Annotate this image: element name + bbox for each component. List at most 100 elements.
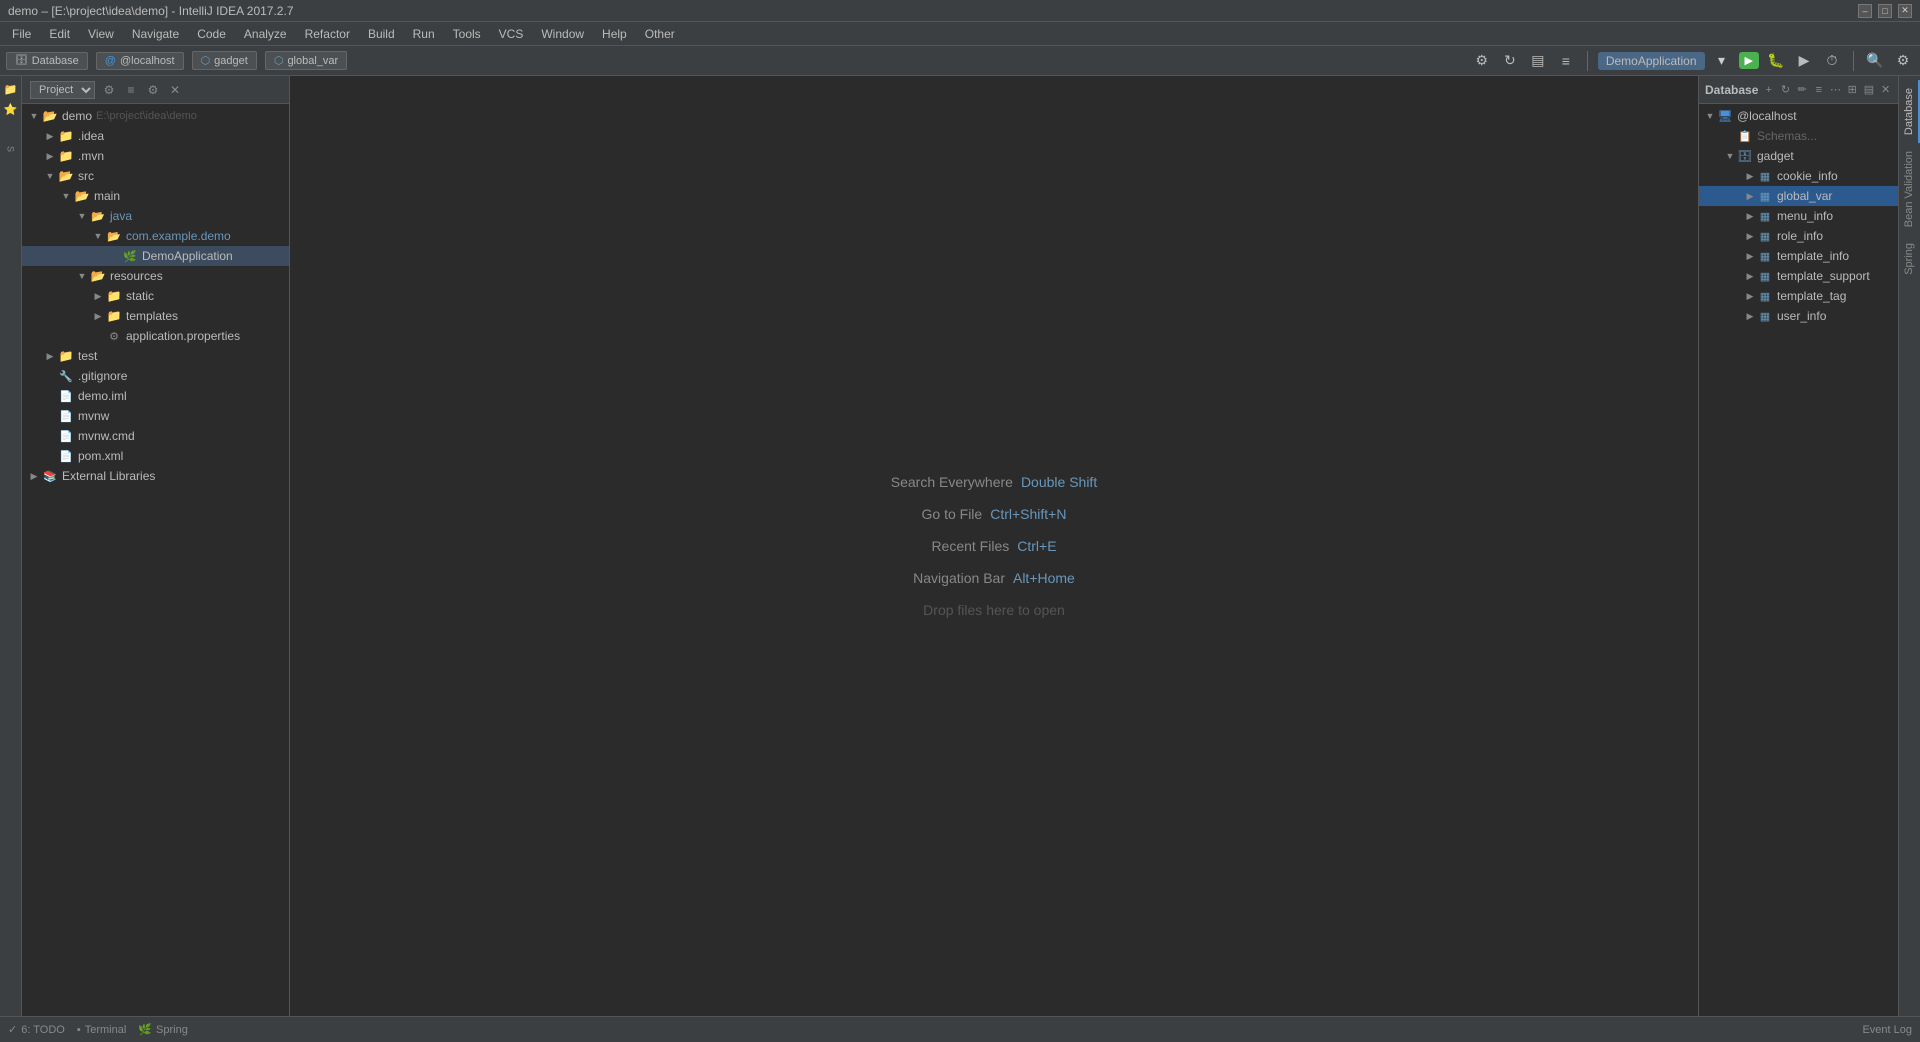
- status-spring[interactable]: 🌿 Spring: [138, 1023, 188, 1036]
- toolbar-tab-gadget[interactable]: ⬡ gadget: [192, 51, 257, 70]
- db-item-template-support[interactable]: ▦ template_support: [1699, 266, 1898, 286]
- panel-gear-icon[interactable]: ⚙: [145, 82, 161, 98]
- search-everywhere-icon[interactable]: 🔍: [1864, 50, 1886, 72]
- tree-item-com-example-demo[interactable]: 📂 com.example.demo: [22, 226, 289, 246]
- db-refresh-icon[interactable]: ↻: [1779, 82, 1792, 98]
- tree-item-demo-application[interactable]: 🌿 DemoApplication: [22, 246, 289, 266]
- structure-icon[interactable]: S: [2, 140, 20, 158]
- project-view-select[interactable]: Project: [30, 81, 95, 99]
- tree-item-templates[interactable]: templates: [22, 306, 289, 326]
- tab-bean-validation[interactable]: Bean Validation: [1900, 143, 1920, 235]
- db-item-template-tag[interactable]: ▦ template_tag: [1699, 286, 1898, 306]
- project-icon[interactable]: 📁: [2, 80, 20, 98]
- tree-item-pom[interactable]: 📄 pom.xml: [22, 446, 289, 466]
- app-name-label[interactable]: DemoApplication: [1598, 52, 1705, 70]
- tree-item-demo-iml[interactable]: 📄 demo.iml: [22, 386, 289, 406]
- db-item-localhost[interactable]: 🖥 @localhost: [1699, 106, 1898, 126]
- tree-item-static[interactable]: static: [22, 286, 289, 306]
- menu-file[interactable]: File: [4, 25, 39, 43]
- minimize-button[interactable]: –: [1858, 4, 1872, 18]
- tree-item-gitignore[interactable]: 🔧 .gitignore: [22, 366, 289, 386]
- panel-settings-icon[interactable]: ≡: [123, 82, 139, 98]
- toolbar-sync-icon[interactable]: ↻: [1499, 50, 1521, 72]
- db-item-template-info[interactable]: ▦ template_info: [1699, 246, 1898, 266]
- db-item-menu-info[interactable]: ▦ menu_info: [1699, 206, 1898, 226]
- menu-window[interactable]: Window: [533, 25, 592, 43]
- debug-button[interactable]: 🐛: [1765, 50, 1787, 72]
- db-filter-icon[interactable]: ≡: [1812, 82, 1825, 98]
- menu-edit[interactable]: Edit: [41, 25, 78, 43]
- tree-item-mvnw-cmd[interactable]: 📄 mvnw.cmd: [22, 426, 289, 446]
- maximize-button[interactable]: □: [1878, 4, 1892, 18]
- db-close-icon[interactable]: ✕: [1879, 82, 1892, 98]
- db-add-icon[interactable]: +: [1762, 82, 1775, 98]
- settings-icon[interactable]: ⚙: [1892, 50, 1914, 72]
- status-terminal[interactable]: ▪ Terminal: [77, 1024, 126, 1036]
- db-arrow-schemas: [1723, 129, 1737, 143]
- menu-navigate[interactable]: Navigate: [124, 25, 187, 43]
- tree-item-external-libs[interactable]: 📚 External Libraries: [22, 466, 289, 486]
- tab-database[interactable]: Database: [1900, 80, 1920, 143]
- tree-item-src[interactable]: src: [22, 166, 289, 186]
- tree-item-java[interactable]: 📂 java: [22, 206, 289, 226]
- menu-build[interactable]: Build: [360, 25, 403, 43]
- db-arrow-role-info: [1743, 229, 1757, 243]
- menu-analyze[interactable]: Analyze: [236, 25, 295, 43]
- panel-sync-icon[interactable]: ⚙: [101, 82, 117, 98]
- run-button[interactable]: ▶: [1739, 52, 1759, 69]
- toolbar-settings-icon[interactable]: ⚙: [1471, 50, 1493, 72]
- tree-item-mvnw[interactable]: 📄 mvnw: [22, 406, 289, 426]
- toolbar-tab-global-var[interactable]: ⬡ global_var: [265, 51, 347, 70]
- favorites-icon[interactable]: ⭐: [2, 100, 20, 118]
- status-event-log[interactable]: Event Log: [1862, 1024, 1912, 1036]
- tree-item-main[interactable]: main: [22, 186, 289, 206]
- tree-label-gitignore: .gitignore: [78, 369, 127, 383]
- toolbar-tab-localhost[interactable]: @ @localhost: [96, 52, 184, 70]
- db-more-icon[interactable]: ⋯: [1829, 82, 1842, 98]
- menu-code[interactable]: Code: [189, 25, 234, 43]
- folder-open-icon-main: [74, 188, 90, 204]
- search-everywhere-shortcut: Double Shift: [1021, 474, 1097, 490]
- db-item-role-info[interactable]: ▦ role_info: [1699, 226, 1898, 246]
- db-label-cookie-info: cookie_info: [1777, 169, 1838, 183]
- menu-other[interactable]: Other: [637, 25, 683, 43]
- db-item-gadget[interactable]: 🗄 gadget: [1699, 146, 1898, 166]
- db-item-schemas[interactable]: 📋 Schemas...: [1699, 126, 1898, 146]
- tab-spring[interactable]: Spring: [1900, 235, 1920, 283]
- tree-item-mvn[interactable]: .mvn: [22, 146, 289, 166]
- toolbar-separator2: [1853, 51, 1854, 71]
- libs-icon: 📚: [42, 468, 58, 484]
- tree-arrow-mvnw: [42, 408, 58, 424]
- tree-item-demo[interactable]: demo E:\project\idea\demo: [22, 106, 289, 126]
- panel-close-icon[interactable]: ✕: [167, 82, 183, 98]
- tree-item-idea[interactable]: .idea: [22, 126, 289, 146]
- coverage-button[interactable]: ▶: [1793, 50, 1815, 72]
- db-grid-icon[interactable]: ⊞: [1846, 82, 1859, 98]
- db-item-cookie-info[interactable]: ▦ cookie_info: [1699, 166, 1898, 186]
- tree-item-resources[interactable]: resources: [22, 266, 289, 286]
- toolbar-console-icon[interactable]: ▤: [1527, 50, 1549, 72]
- tree-item-app-props[interactable]: ⚙ application.properties: [22, 326, 289, 346]
- menu-run[interactable]: Run: [405, 25, 443, 43]
- tree-arrow-gitignore: [42, 368, 58, 384]
- menu-help[interactable]: Help: [594, 25, 635, 43]
- status-todo[interactable]: ✓ 6: TODO: [8, 1023, 65, 1036]
- db-edit-icon[interactable]: ✏: [1796, 82, 1809, 98]
- tree-arrow-mvnw-cmd: [42, 428, 58, 444]
- menu-view[interactable]: View: [80, 25, 122, 43]
- run-config-dropdown[interactable]: ▾: [1711, 50, 1733, 72]
- toolbar-tab-database[interactable]: 🗄 Database: [6, 52, 88, 70]
- menu-tools[interactable]: Tools: [445, 25, 489, 43]
- toolbar-schema-icon[interactable]: ≡: [1555, 50, 1577, 72]
- menu-refactor[interactable]: Refactor: [297, 25, 358, 43]
- db-item-user-info[interactable]: ▦ user_info: [1699, 306, 1898, 326]
- db-item-global-var[interactable]: ▦ global_var: [1699, 186, 1898, 206]
- profile-button[interactable]: ⏱: [1821, 50, 1843, 72]
- drop-files-text: Drop files here to open: [923, 602, 1065, 618]
- folder-icon-templates: [106, 308, 122, 324]
- search-everywhere-label: Search Everywhere: [891, 474, 1013, 490]
- menu-vcs[interactable]: VCS: [491, 25, 532, 43]
- db-table-icon[interactable]: ▤: [1863, 82, 1876, 98]
- close-button[interactable]: ✕: [1898, 4, 1912, 18]
- tree-item-test[interactable]: test: [22, 346, 289, 366]
